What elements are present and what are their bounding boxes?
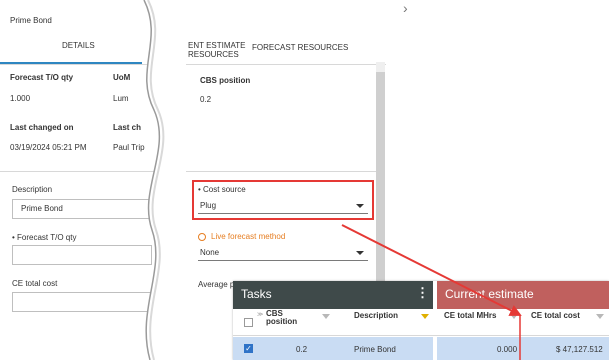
annotation-arrows [341,224,522,360]
